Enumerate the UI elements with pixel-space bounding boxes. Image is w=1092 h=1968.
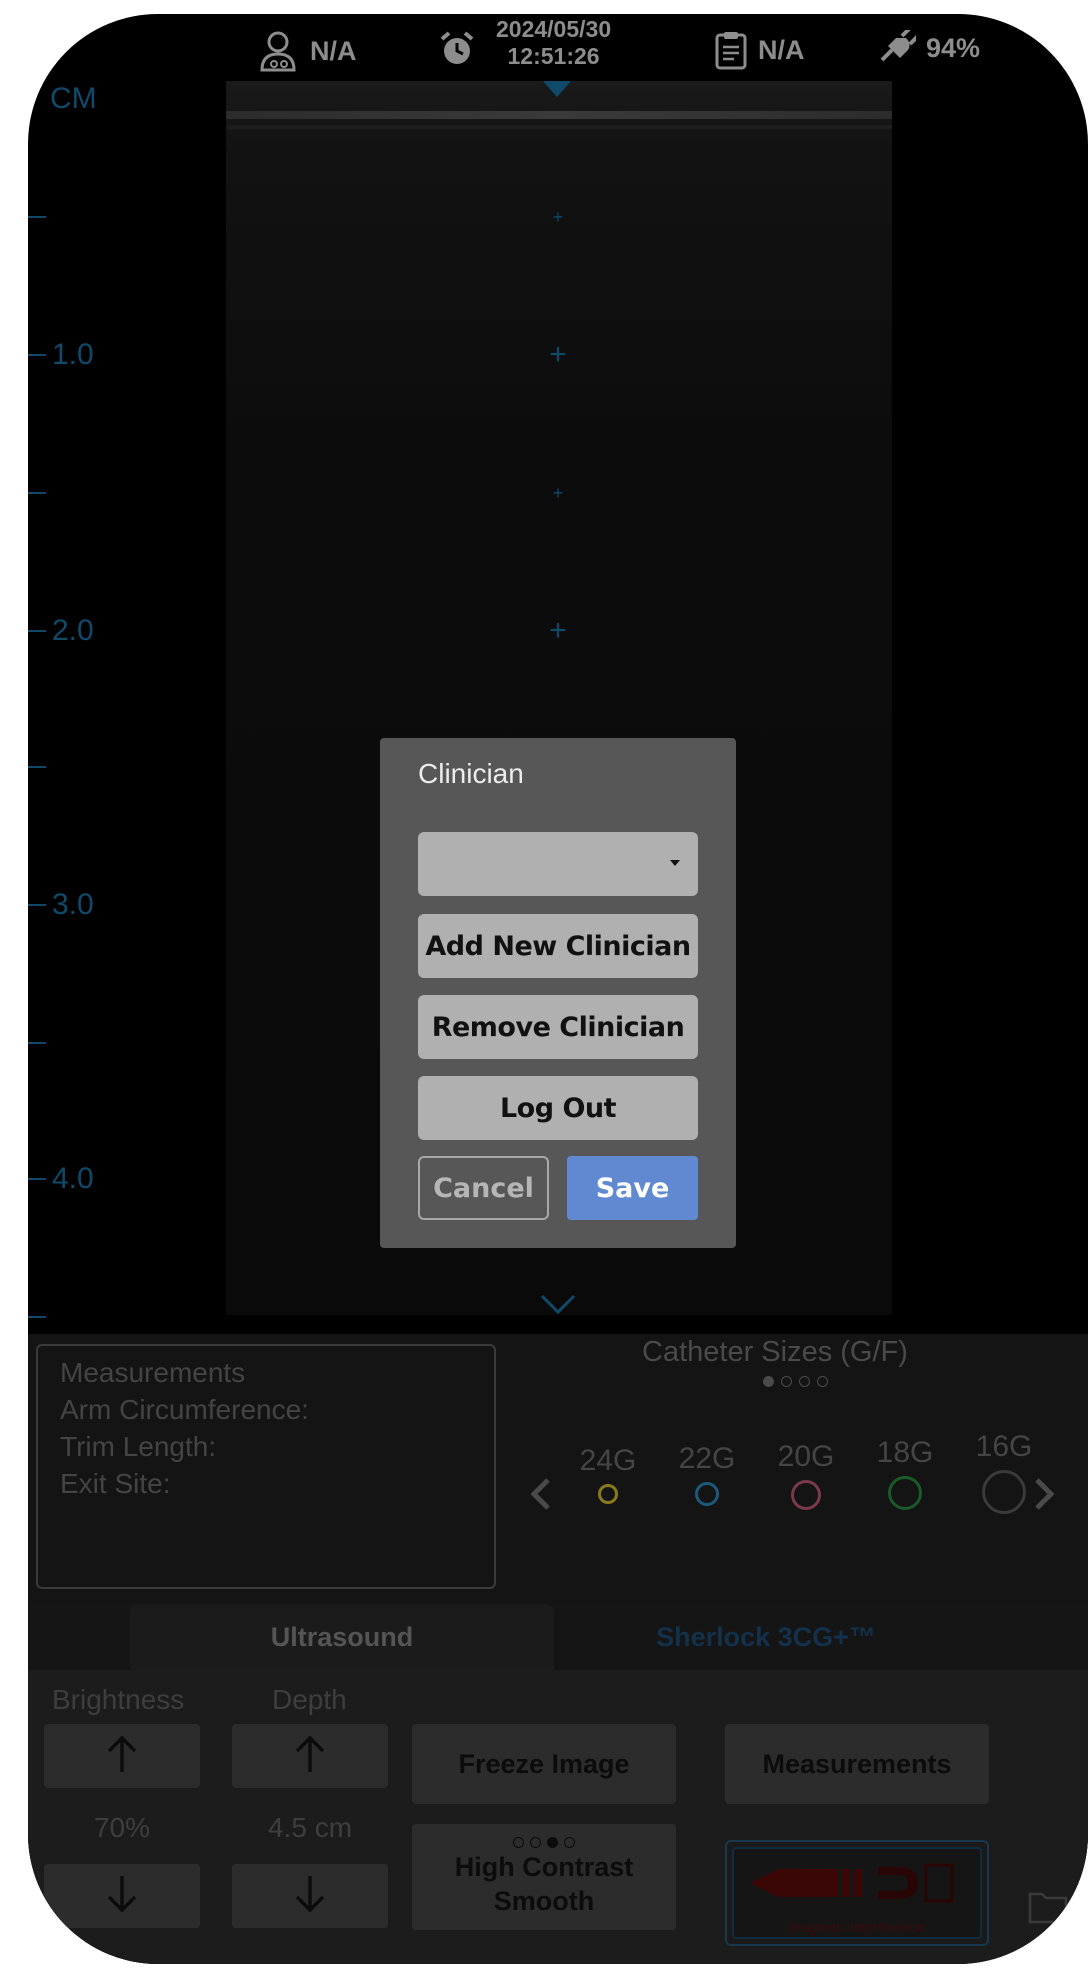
freeze-image-button[interactable]: Freeze Image <box>412 1724 676 1804</box>
alarm-clock-icon <box>438 30 476 68</box>
depth-mark-3: 3.0 <box>52 888 94 921</box>
battery-status: 94% <box>876 30 980 66</box>
patient-status[interactable]: N/A <box>714 30 805 70</box>
exit-site-label: Exit Site: <box>60 1468 171 1499</box>
depth-tick <box>28 492 46 494</box>
status-bar: N/A 2024/05/30 12:51:26 N/A 94% <box>28 14 1088 86</box>
contrast-mode-button[interactable]: High Contrast Smooth <box>412 1824 676 1930</box>
measurements-title: Measurements <box>60 1357 246 1388</box>
chevron-left-icon[interactable] <box>528 1476 552 1517</box>
center-line-marker: + <box>552 207 564 227</box>
gauge-20g[interactable]: 20G <box>766 1440 846 1510</box>
magnet-icon <box>750 1863 954 1903</box>
patient-status-text: N/A <box>758 34 805 65</box>
caret-down-icon <box>670 860 680 866</box>
gauge-circle <box>598 1484 618 1504</box>
dialog-title: Clinician <box>418 758 524 789</box>
clinician-select[interactable] <box>418 832 698 896</box>
gauge-label: 18G <box>876 1436 934 1469</box>
arm-circumference-label: Arm Circumference: <box>60 1394 309 1425</box>
depth-value: 4.5 cm <box>267 1812 353 1843</box>
page-dot <box>781 1376 792 1387</box>
depth-tick <box>28 216 46 218</box>
tab-sherlock[interactable]: Sherlock 3CG+™ <box>554 1604 978 1670</box>
cancel-button[interactable]: Cancel <box>418 1156 549 1220</box>
device-screen: N/A 2024/05/30 12:51:26 N/A 94% CM 1.0 2… <box>28 14 1088 1964</box>
brightness-down-button[interactable] <box>44 1864 200 1928</box>
depth-tick <box>28 766 46 768</box>
contrast-mode-line1: High Contrast <box>454 1851 634 1882</box>
measurements-summary: Measurements Arm Circumference: Trim Len… <box>36 1344 496 1589</box>
depth-mark-1: 1.0 <box>52 338 94 371</box>
tab-ultrasound[interactable]: Ultrasound <box>130 1604 554 1670</box>
center-line-marker: + <box>549 338 567 371</box>
battery-text: 94% <box>926 32 981 63</box>
mode-dot <box>564 1836 575 1848</box>
depth-down-button[interactable] <box>232 1864 388 1928</box>
brightness-label: Brightness <box>52 1684 185 1715</box>
contrast-mode-dots <box>513 1836 575 1848</box>
unit-label: CM <box>50 82 97 115</box>
depth-mark-2: 2.0 <box>52 614 94 647</box>
depth-tick <box>28 1042 46 1044</box>
mode-dot <box>547 1836 558 1848</box>
arrow-down-icon <box>293 1874 327 1919</box>
arrow-up-icon <box>293 1734 327 1779</box>
time-text: 12:51:26 <box>507 43 600 69</box>
clipboard-icon <box>714 30 748 70</box>
gauge-circle <box>982 1470 1026 1514</box>
gauge-circle <box>888 1476 922 1510</box>
gauge-22g[interactable]: 22G <box>667 1442 747 1506</box>
datetime: 2024/05/30 12:51:26 <box>496 16 611 70</box>
brightness-value: 70% <box>93 1812 151 1843</box>
remove-clinician-button[interactable]: Remove Clinician <box>418 995 698 1059</box>
center-line-marker: + <box>549 614 567 647</box>
trim-length-label: Trim Length: <box>60 1431 217 1462</box>
depth-tick <box>28 904 46 906</box>
folder-icon[interactable] <box>1028 1890 1068 1929</box>
brightness-up-button[interactable] <box>44 1724 200 1788</box>
contrast-mode-line2: Smooth <box>493 1885 595 1916</box>
gauge-18g[interactable]: 18G <box>865 1436 945 1510</box>
save-button[interactable]: Save <box>567 1156 698 1220</box>
clinician-status[interactable]: N/A <box>256 30 357 72</box>
log-out-button[interactable]: Log Out <box>418 1076 698 1140</box>
gauge-label: 20G <box>777 1440 835 1473</box>
page-dot <box>817 1376 828 1387</box>
doctor-icon <box>256 30 300 72</box>
gauge-24g[interactable]: 24G <box>568 1444 648 1504</box>
arrow-up-icon <box>105 1734 139 1779</box>
page-dot <box>799 1376 810 1387</box>
center-marker <box>543 81 571 97</box>
chevron-down-icon[interactable] <box>538 1292 578 1323</box>
magnetic-interference-button[interactable]: Magnetic Interference <box>725 1840 989 1946</box>
page-dot <box>763 1376 774 1387</box>
gauge-16g[interactable]: 16G <box>964 1430 1044 1514</box>
depth-tick <box>28 1316 46 1318</box>
center-line-marker: + <box>552 483 564 503</box>
depth-up-button[interactable] <box>232 1724 388 1788</box>
depth-tick <box>28 630 46 632</box>
depth-label: Depth <box>272 1684 347 1715</box>
gauge-circle <box>695 1482 719 1506</box>
measurements-button[interactable]: Measurements <box>725 1724 989 1804</box>
depth-tick <box>28 354 46 356</box>
depth-tick <box>28 1178 46 1180</box>
catheter-sizes-title: Catheter Sizes (G/F) <box>642 1336 908 1368</box>
clinician-status-text: N/A <box>310 35 357 66</box>
add-new-clinician-button[interactable]: Add New Clinician <box>418 914 698 978</box>
gauge-label: 16G <box>975 1430 1033 1463</box>
plug-icon <box>876 30 916 66</box>
date-text: 2024/05/30 <box>496 16 612 42</box>
arrow-down-icon <box>105 1874 139 1919</box>
gauge-label: 22G <box>678 1442 736 1475</box>
mode-dot <box>513 1836 524 1848</box>
clinician-dialog: Clinician Add New Clinician Remove Clini… <box>380 738 736 1248</box>
catheter-page-dots <box>763 1376 828 1387</box>
mode-dot <box>530 1836 541 1848</box>
magnetic-interference-label: Magnetic Interference <box>789 1919 925 1935</box>
depth-mark-4: 4.0 <box>52 1162 94 1195</box>
gauge-label: 24G <box>579 1444 637 1477</box>
gauge-circle <box>791 1480 821 1510</box>
